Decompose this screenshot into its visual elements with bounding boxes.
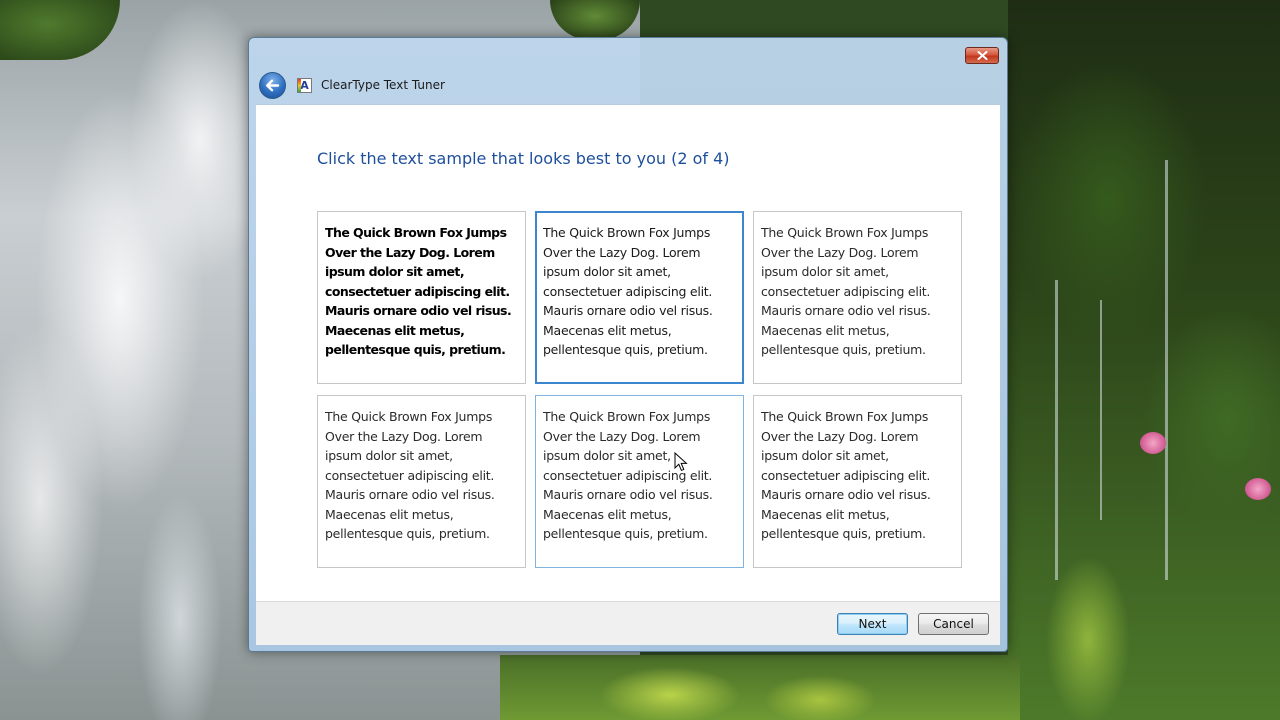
- pink-flower: [1245, 478, 1271, 500]
- water-streak: [1165, 160, 1168, 580]
- pink-flower: [1140, 432, 1166, 454]
- window-title: ClearType Text Tuner: [321, 78, 445, 92]
- text-sample-6[interactable]: The Quick Brown Fox Jumps Over the Lazy …: [753, 395, 962, 568]
- sample-text: The Quick Brown Fox Jumps Over the Lazy …: [543, 409, 713, 541]
- water-streak: [1100, 300, 1102, 520]
- moss-ground: [500, 655, 1020, 720]
- close-button[interactable]: [965, 47, 999, 64]
- button-bar: Next Cancel: [256, 601, 1000, 645]
- text-sample-4[interactable]: The Quick Brown Fox Jumps Over the Lazy …: [317, 395, 526, 568]
- text-sample-2[interactable]: The Quick Brown Fox Jumps Over the Lazy …: [535, 211, 744, 384]
- sample-text: The Quick Brown Fox Jumps Over the Lazy …: [543, 225, 713, 357]
- forest-wallpaper: [1008, 0, 1280, 720]
- sample-text: The Quick Brown Fox Jumps Over the Lazy …: [325, 225, 512, 357]
- content-area: Click the text sample that looks best to…: [256, 104, 1000, 602]
- water-streak: [1055, 280, 1058, 580]
- cleartype-window: A ClearType Text Tuner Click the text sa…: [248, 37, 1008, 652]
- mouse-cursor-icon: [674, 452, 688, 472]
- close-icon: [977, 51, 987, 60]
- text-sample-1[interactable]: The Quick Brown Fox Jumps Over the Lazy …: [317, 211, 526, 384]
- next-button[interactable]: Next: [837, 613, 908, 635]
- sample-text: The Quick Brown Fox Jumps Over the Lazy …: [325, 409, 495, 541]
- text-sample-3[interactable]: The Quick Brown Fox Jumps Over the Lazy …: [753, 211, 962, 384]
- text-sample-5[interactable]: The Quick Brown Fox Jumps Over the Lazy …: [535, 395, 744, 568]
- sample-text: The Quick Brown Fox Jumps Over the Lazy …: [761, 409, 931, 541]
- back-arrow-icon: [266, 79, 280, 92]
- sample-text: The Quick Brown Fox Jumps Over the Lazy …: [761, 225, 931, 357]
- cancel-button[interactable]: Cancel: [918, 613, 989, 635]
- cleartype-app-icon: A: [297, 78, 312, 93]
- back-button[interactable]: [259, 72, 286, 99]
- instruction-heading: Click the text sample that looks best to…: [317, 149, 730, 168]
